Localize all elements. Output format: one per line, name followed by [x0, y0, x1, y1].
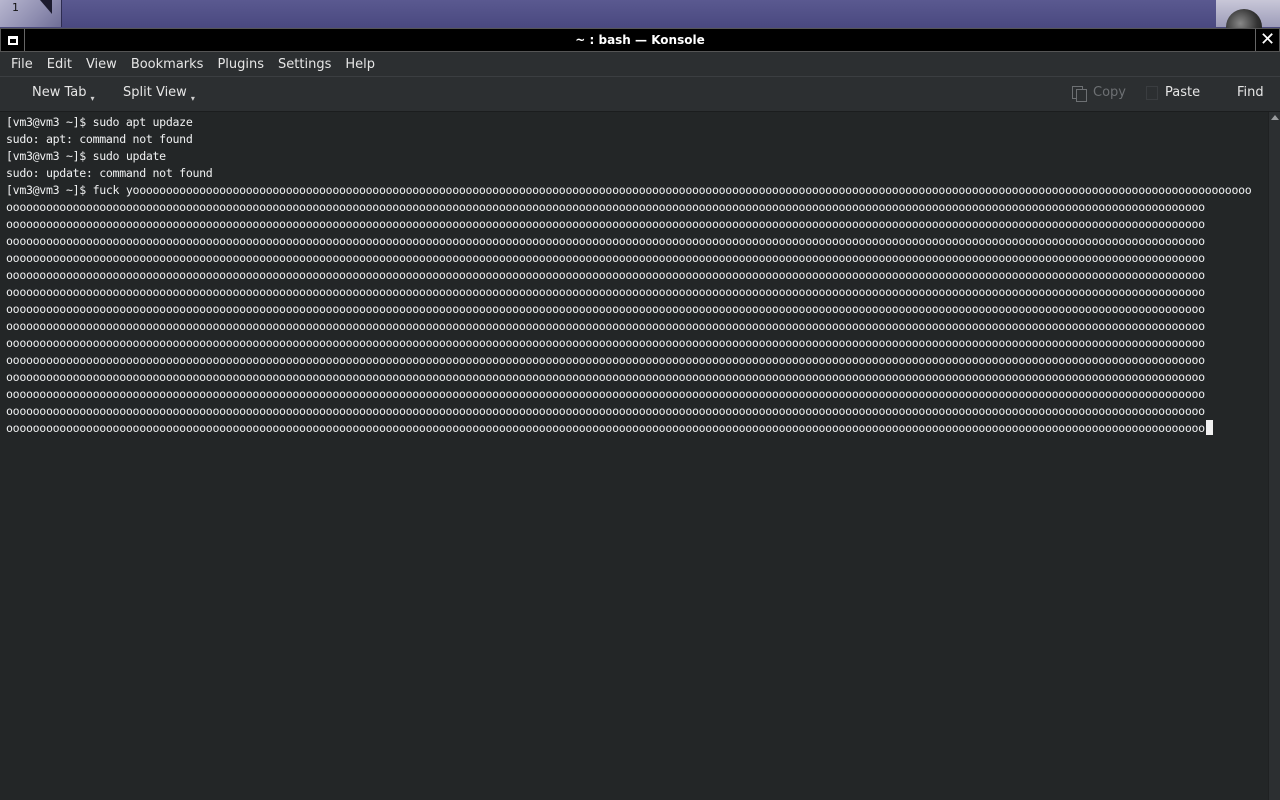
terminal-line: oooooooooooooooooooooooooooooooooooooooo…: [6, 217, 1205, 231]
copy-button[interactable]: Copy: [1072, 85, 1126, 102]
main-toolbar: New Tab ▾ Split View ▾ Copy Paste Find: [0, 76, 1280, 112]
window-title: ~ : bash — Konsole: [575, 33, 705, 47]
menu-bookmarks[interactable]: Bookmarks: [124, 57, 211, 72]
new-tab-label: New Tab: [32, 85, 87, 100]
virtual-desktop-pager[interactable]: 1: [0, 0, 62, 27]
terminal-view[interactable]: [vm3@vm3 ~]$ sudo apt updaze sudo: apt: …: [0, 112, 1268, 800]
menu-view[interactable]: View: [79, 57, 124, 72]
system-tray: [1216, 0, 1280, 45]
menu-edit[interactable]: Edit: [40, 57, 79, 72]
terminal-line: oooooooooooooooooooooooooooooooooooooooo…: [6, 353, 1205, 367]
menu-help[interactable]: Help: [338, 57, 382, 72]
terminal-line: [vm3@vm3 ~]$ fuck yooooooooooooooooooooo…: [6, 183, 1252, 197]
menu-plugins[interactable]: Plugins: [210, 57, 271, 72]
terminal-line: oooooooooooooooooooooooooooooooooooooooo…: [6, 251, 1205, 265]
split-view-label: Split View: [123, 85, 187, 100]
terminal-line: oooooooooooooooooooooooooooooooooooooooo…: [6, 234, 1205, 248]
konsole-window: ~ : bash — Konsole ✕ File Edit View Book…: [0, 28, 1280, 800]
terminal-line: oooooooooooooooooooooooooooooooooooooooo…: [6, 336, 1205, 350]
terminal-line: oooooooooooooooooooooooooooooooooooooooo…: [6, 268, 1205, 282]
close-button[interactable]: ✕: [1255, 29, 1279, 51]
terminal-line: oooooooooooooooooooooooooooooooooooooooo…: [6, 421, 1205, 435]
terminal-output: [vm3@vm3 ~]$ sudo apt updaze sudo: apt: …: [0, 112, 1268, 437]
terminal-line: oooooooooooooooooooooooooooooooooooooooo…: [6, 370, 1205, 384]
desktop-panel: 1: [0, 0, 1280, 45]
terminal-line: [vm3@vm3 ~]$ sudo apt updaze: [6, 115, 193, 129]
terminal-line: oooooooooooooooooooooooooooooooooooooooo…: [6, 285, 1205, 299]
terminal-line: oooooooooooooooooooooooooooooooooooooooo…: [6, 404, 1205, 418]
paste-button[interactable]: Paste: [1146, 85, 1200, 100]
copy-icon: [1072, 85, 1087, 102]
window-titlebar[interactable]: ~ : bash — Konsole ✕: [0, 28, 1280, 52]
menu-file[interactable]: File: [0, 57, 40, 72]
terminal-line: oooooooooooooooooooooooooooooooooooooooo…: [6, 319, 1205, 333]
desktop-number: 1: [12, 1, 19, 14]
terminal-line: oooooooooooooooooooooooooooooooooooooooo…: [6, 387, 1205, 401]
find-label: Find: [1237, 85, 1264, 100]
split-view-dropdown-icon[interactable]: ▾: [191, 94, 195, 103]
terminal-line: sudo: update: command not found: [6, 166, 213, 180]
paste-icon: [1146, 85, 1158, 100]
close-icon: ✕: [1259, 29, 1276, 50]
terminal-line: [vm3@vm3 ~]$ sudo update: [6, 149, 166, 163]
terminal-scrollbar[interactable]: [1268, 112, 1280, 800]
scroll-up-icon[interactable]: [1271, 115, 1279, 120]
terminal-line: oooooooooooooooooooooooooooooooooooooooo…: [6, 302, 1205, 316]
menu-bar: File Edit View Bookmarks Plugins Setting…: [0, 52, 1280, 76]
menu-settings[interactable]: Settings: [271, 57, 338, 72]
terminal-line: oooooooooooooooooooooooooooooooooooooooo…: [6, 200, 1205, 214]
terminal-line: sudo: apt: command not found: [6, 132, 193, 146]
copy-label: Copy: [1093, 85, 1126, 100]
paste-label: Paste: [1165, 85, 1201, 100]
pager-corner-icon: [40, 0, 52, 14]
new-tab-button[interactable]: New Tab ▾: [32, 85, 95, 103]
split-view-button[interactable]: Split View ▾: [123, 85, 195, 103]
terminal-cursor: [1205, 420, 1213, 435]
new-tab-dropdown-icon[interactable]: ▾: [91, 94, 95, 103]
find-button[interactable]: Find: [1237, 85, 1264, 100]
